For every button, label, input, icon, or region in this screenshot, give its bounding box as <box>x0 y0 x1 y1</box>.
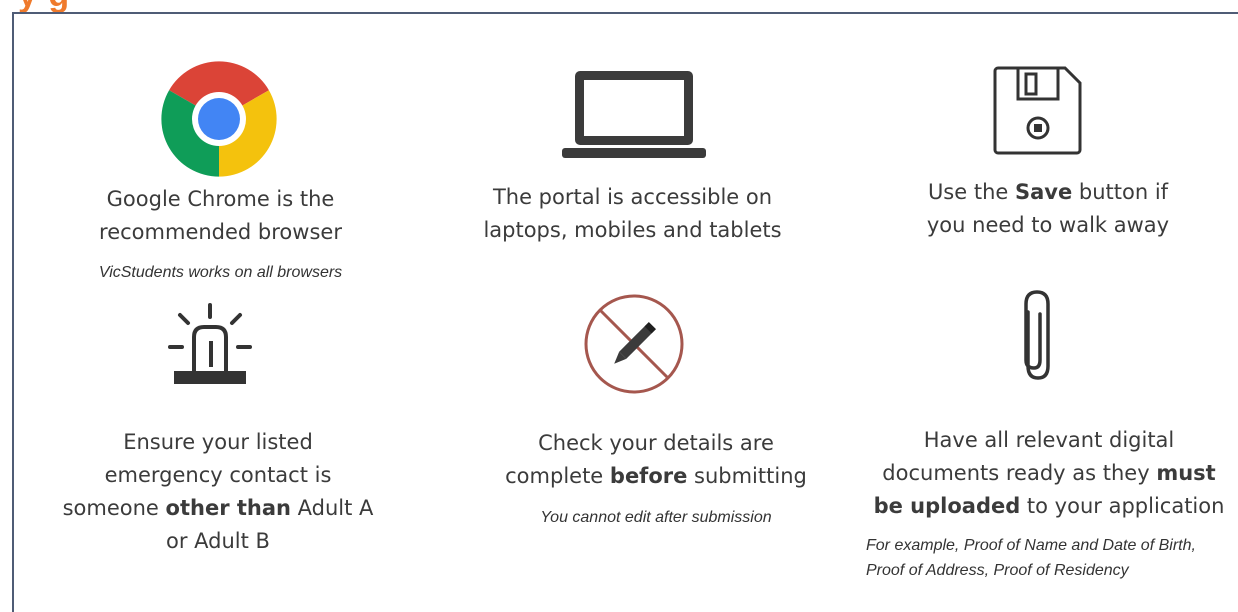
tip-chrome-note: VicStudents works on all browsers <box>98 264 343 281</box>
tip-check-details-text: Check your details are complete before s… <box>505 431 807 488</box>
tip-documents-note: For example, Proof of Name and Date of B… <box>866 537 1196 579</box>
tip-save-text: Use the Save button if you need to walk … <box>926 180 1170 237</box>
laptop-icon <box>560 68 708 160</box>
tip-documents-text: Have all relevant digital documents read… <box>873 428 1225 518</box>
no-editing-pencil-icon <box>582 292 686 396</box>
paperclip-icon <box>1010 286 1062 386</box>
floppy-disk-save-icon <box>989 62 1085 158</box>
tip-chrome-text: Google Chrome is the recommended browser <box>99 187 342 244</box>
tip-laptop-text: The portal is accessible on laptops, mob… <box>483 185 782 242</box>
chrome-logo-icon <box>160 60 278 178</box>
tip-check-details-note: You cannot edit after submission <box>540 509 772 526</box>
emergency-siren-icon <box>166 303 254 387</box>
tip-emergency-text: Ensure your listed emergency contact is … <box>62 430 374 553</box>
